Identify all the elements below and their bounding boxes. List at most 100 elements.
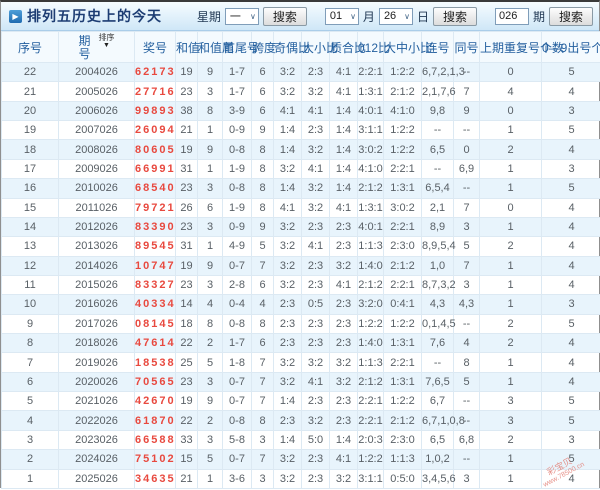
table-header: 序号 期号 排序 ▼ 奖号 和值 和值尾 首尾号 跨度 奇偶比 大小比	[2, 32, 600, 63]
cell-same-number: 7	[454, 256, 480, 275]
cell-span: 7	[252, 392, 274, 411]
month-select[interactable]: 01 ∨	[325, 8, 359, 25]
cell-digit-count: 4	[542, 140, 600, 159]
cell-sum: 14	[176, 295, 198, 314]
cell-big-small-ratio: 2:3	[302, 392, 330, 411]
header-prev-repeat: 上期重复号个数	[480, 32, 542, 63]
cell-prime-composite-ratio: 2:3	[330, 392, 358, 411]
cell-big-mid-small-ratio: 2:1:2	[384, 256, 422, 275]
cell-digit-count: 5	[542, 121, 600, 140]
cell-big-small-ratio: 3:2	[302, 353, 330, 372]
cell-index: 14	[2, 217, 59, 236]
cell-digit-count: 3	[542, 159, 600, 178]
cell-span: 3	[252, 430, 274, 449]
issue-search-button[interactable]: 搜索	[549, 7, 593, 26]
cell-prev-repeat-count: 1	[480, 295, 542, 314]
cell-sum: 33	[176, 430, 198, 449]
table-body: 222004026621731991-763:22:34:12:2:11:2:2…	[2, 63, 600, 489]
cell-digit-count: 4	[542, 256, 600, 275]
cell-sum-tail: 9	[198, 63, 223, 82]
date-search-button[interactable]: 搜索	[433, 7, 477, 26]
cell-first-last: 2-8	[223, 275, 252, 294]
cell-sum: 22	[176, 411, 198, 430]
cell-sum-tail: 5	[198, 353, 223, 372]
cell-odd-even-ratio: 1:4	[274, 392, 302, 411]
cell-prime-composite-ratio: 2:3	[330, 237, 358, 256]
cell-index: 13	[2, 237, 59, 256]
cell-span: 5	[252, 237, 274, 256]
cell-sum-tail: 3	[198, 82, 223, 101]
sort-label: 排序	[99, 34, 115, 42]
cell-zero-one-two-ratio: 1:4:0	[358, 256, 384, 275]
cell-consecutive: 8,9,5,4	[422, 237, 454, 256]
cell-consecutive: --	[422, 121, 454, 140]
cell-consecutive: 6,5	[422, 140, 454, 159]
header-prize: 奖号	[135, 32, 176, 63]
cell-zero-one-two-ratio: 1:2:2	[358, 314, 384, 333]
cell-prize: 66588	[135, 430, 176, 449]
cell-first-last: 1-9	[223, 159, 252, 178]
cell-prime-composite-ratio: 4:1	[330, 275, 358, 294]
cell-index: 11	[2, 275, 59, 294]
header-digit-count: 0—9出号个数	[542, 32, 600, 63]
cell-zero-one-two-ratio: 2:1:2	[358, 275, 384, 294]
cell-prev-repeat-count: 1	[480, 217, 542, 236]
cell-digit-count: 4	[542, 353, 600, 372]
header-odd-even: 奇偶比	[274, 32, 302, 63]
day-select[interactable]: 26 ∨	[379, 8, 413, 25]
month-label: 月	[363, 8, 375, 25]
cell-big-small-ratio: 5:0	[302, 430, 330, 449]
cell-digit-count: 4	[542, 237, 600, 256]
cell-digit-count: 5	[542, 392, 600, 411]
cell-sum: 23	[176, 179, 198, 198]
week-search-button[interactable]: 搜索	[263, 7, 307, 26]
cell-prize: 26094	[135, 121, 176, 140]
page-title: 排列五历史上的今天	[27, 6, 162, 26]
cell-same-number: --	[454, 179, 480, 198]
cell-prize: 70565	[135, 372, 176, 391]
cell-same-number: --	[454, 314, 480, 333]
issue-input[interactable]	[495, 8, 529, 25]
week-select[interactable]: 一 ∨	[225, 8, 259, 25]
cell-prime-composite-ratio: 3:2	[330, 256, 358, 275]
cell-big-small-ratio: 2:3	[302, 275, 330, 294]
cell-first-last: 0-7	[223, 392, 252, 411]
cell-digit-count: 4	[542, 217, 600, 236]
cell-zero-one-two-ratio: 3:2:0	[358, 295, 384, 314]
cell-first-last: 1-7	[223, 82, 252, 101]
cell-sum: 19	[176, 392, 198, 411]
cell-sum: 19	[176, 63, 198, 82]
cell-sum: 31	[176, 159, 198, 178]
title-arrow-icon: ▶	[9, 10, 22, 23]
cell-prize: 18538	[135, 353, 176, 372]
cell-same-number: 6,9	[454, 159, 480, 178]
cell-sum: 21	[176, 469, 198, 488]
table-row: 62020026705652330-773:24:13:22:1:21:3:17…	[2, 372, 600, 391]
cell-big-mid-small-ratio: 1:2:2	[384, 392, 422, 411]
sort-control[interactable]: 排序 ▼	[99, 34, 115, 50]
cell-big-small-ratio: 3:2	[302, 179, 330, 198]
header-issue-label: 期号	[79, 35, 91, 61]
cell-first-last: 1-7	[223, 63, 252, 82]
cell-consecutive: 7,6,5	[422, 372, 454, 391]
cell-big-mid-small-ratio: 1:3:1	[384, 334, 422, 353]
cell-span: 8	[252, 140, 274, 159]
table-row: 182008026806051990-881:43:21:43:0:21:2:2…	[2, 140, 600, 159]
cell-sum: 23	[176, 217, 198, 236]
cell-consecutive: 1,0,2	[422, 450, 454, 469]
cell-sum: 22	[176, 334, 198, 353]
cell-consecutive: 6,5	[422, 430, 454, 449]
issue-label: 期	[533, 8, 545, 25]
cell-prev-repeat-count: 1	[480, 179, 542, 198]
cell-prize: 61870	[135, 411, 176, 430]
cell-zero-one-two-ratio: 3:0:2	[358, 140, 384, 159]
cell-same-number: 9	[454, 101, 480, 120]
cell-index: 16	[2, 179, 59, 198]
cell-sum-tail: 1	[198, 237, 223, 256]
cell-prev-repeat-count: 1	[480, 275, 542, 294]
header-big-small: 大小比	[302, 32, 330, 63]
cell-zero-one-two-ratio: 1:3:1	[358, 82, 384, 101]
cell-issue: 2021026	[59, 392, 135, 411]
cell-sum-tail: 8	[198, 101, 223, 120]
cell-big-mid-small-ratio: 1:2:2	[384, 121, 422, 140]
